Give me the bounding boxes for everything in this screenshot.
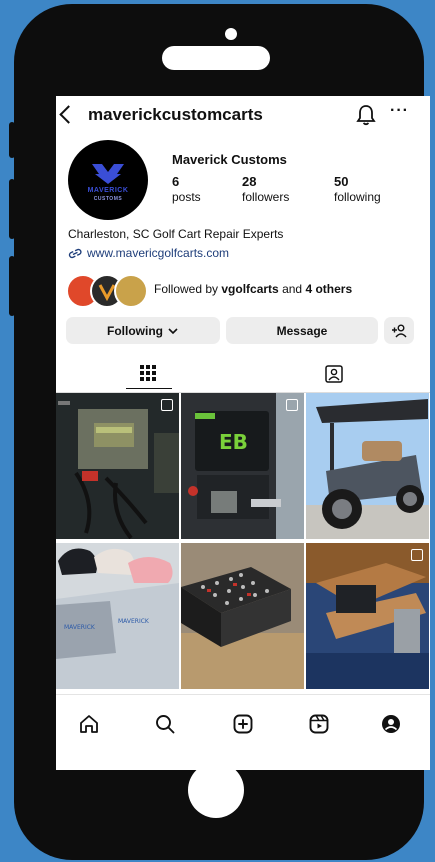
message-button-label: Message — [276, 323, 328, 338]
profile-bio: Charleston, SC Golf Cart Repair Experts — [68, 227, 284, 241]
display-name: Maverick Customs — [172, 152, 287, 167]
suggested-users-button[interactable] — [384, 317, 414, 344]
posts-label: posts — [172, 190, 201, 204]
front-camera — [225, 28, 237, 40]
tab-posts-grid[interactable] — [126, 358, 172, 389]
multiple-images-icon — [411, 549, 423, 561]
post-image-2: EB — [181, 393, 304, 539]
tagged-person-icon[interactable] — [324, 364, 344, 384]
create-post-icon[interactable] — [232, 713, 254, 735]
stat-posts[interactable]: 6 posts — [172, 174, 201, 204]
following-button[interactable]: Following — [66, 317, 220, 344]
side-button-volume-down — [9, 256, 15, 316]
followers-label: followers — [242, 190, 290, 204]
side-button-mute — [9, 122, 15, 158]
following-button-label: Following — [107, 323, 163, 338]
profile-icon[interactable] — [380, 713, 402, 735]
maverick-logo-icon — [92, 164, 124, 184]
followed-by-name: vgolfcarts — [221, 282, 279, 296]
chevron-down-icon — [168, 327, 178, 334]
profile-username: maverickcustomcarts — [88, 105, 263, 124]
multiple-images-icon — [161, 399, 173, 411]
website-link-text[interactable]: www.mavericgolfcarts.com — [87, 246, 229, 260]
followed-by-prefix: Followed by — [154, 282, 219, 296]
followed-by-text[interactable]: Followed by vgolfcarts and 4 others — [154, 282, 352, 296]
followed-by-and: and — [282, 282, 303, 296]
svg-text:MAVERICK: MAVERICK — [118, 618, 150, 625]
bell-icon[interactable] — [356, 104, 376, 126]
follower-avatar-3 — [114, 274, 148, 308]
post-image-6 — [306, 543, 429, 689]
instagram-profile-screen: maverickcustomcarts ··· MAVERICK CUSTOMS… — [56, 96, 430, 770]
more-horizontal-icon[interactable]: ··· — [390, 102, 409, 120]
home-button[interactable] — [188, 762, 244, 818]
post-image-4: MAVERICK MAVERICK — [56, 543, 179, 689]
website-link[interactable]: www.mavericgolfcarts.com — [68, 246, 229, 260]
post-thumbnail-2[interactable]: EB — [181, 393, 304, 539]
stat-followers[interactable]: 28 followers — [242, 174, 289, 204]
post-grid: EB MAVERICK MAVERICK — [56, 393, 430, 689]
post-thumbnail-3[interactable] — [306, 393, 429, 539]
message-button[interactable]: Message — [226, 317, 378, 344]
phone-frame: maverickcustomcarts ··· MAVERICK CUSTOMS… — [9, 4, 430, 860]
side-button-volume-up — [9, 179, 15, 239]
bottom-navigation — [56, 694, 430, 755]
avatar-brand-subtext: CUSTOMS — [93, 196, 123, 202]
profile-header-bar: maverickcustomcarts ··· — [56, 102, 430, 130]
post-thumbnail-6[interactable] — [306, 543, 429, 689]
post-thumbnail-1[interactable] — [56, 393, 179, 539]
stat-following[interactable]: 50 following — [334, 174, 381, 204]
followed-by-others: 4 others — [305, 282, 353, 296]
profile-avatar[interactable]: MAVERICK CUSTOMS — [68, 140, 148, 220]
reels-icon[interactable] — [308, 713, 330, 735]
chevron-left-icon[interactable] — [59, 105, 78, 124]
following-count: 50 — [334, 174, 349, 189]
search-icon[interactable] — [154, 713, 176, 735]
add-person-icon — [392, 324, 407, 337]
post-image-1 — [56, 393, 179, 539]
followed-by-avatars[interactable] — [66, 274, 148, 308]
post-thumbnail-4[interactable]: MAVERICK MAVERICK — [56, 543, 179, 689]
speaker-grille — [162, 46, 270, 70]
multiple-images-icon — [286, 399, 298, 411]
profile-tabs — [56, 358, 430, 392]
posts-count: 6 — [172, 174, 180, 189]
grid-icon — [140, 365, 156, 381]
post-thumbnail-5[interactable] — [181, 543, 304, 689]
post-image-3 — [306, 393, 429, 539]
svg-text:MAVERICK: MAVERICK — [64, 624, 96, 631]
avatar-brand-text: MAVERICK — [87, 187, 129, 194]
link-icon — [68, 248, 82, 259]
followers-count: 28 — [242, 174, 257, 189]
svg-text:EB: EB — [219, 430, 248, 454]
post-image-5 — [181, 543, 304, 689]
home-icon[interactable] — [78, 713, 100, 735]
following-label: following — [334, 190, 381, 204]
